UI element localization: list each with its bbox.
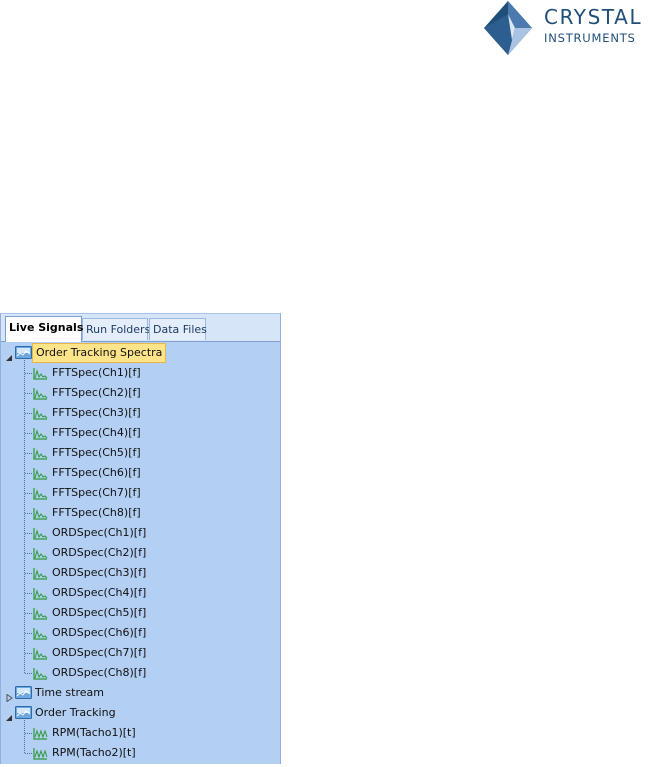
- tree-signal-row[interactable]: ORDSpec(Ch8)[f]: [1, 663, 280, 683]
- expand-arrow-icon[interactable]: [5, 689, 13, 703]
- spectrum-signal-icon: [33, 427, 48, 440]
- spectrum-signal-icon: [33, 407, 48, 420]
- tree-connector-line: [25, 493, 32, 494]
- tree-connector-line: [25, 573, 32, 574]
- tree-connector-line: [25, 553, 32, 554]
- tab-data-files[interactable]: Data Files: [149, 318, 207, 340]
- tree-signal-label[interactable]: ORDSpec(Ch4)[f]: [52, 583, 146, 603]
- tree-signal-row[interactable]: ORDSpec(Ch3)[f]: [1, 563, 280, 583]
- crystal-instruments-logo: CRYSTAL INSTRUMENTS: [482, 0, 657, 56]
- tree-signal-label[interactable]: ORDSpec(Ch3)[f]: [52, 563, 146, 583]
- tree-signal-row[interactable]: FFTSpec(Ch6)[f]: [1, 463, 280, 483]
- spectrum-signal-icon: [33, 667, 48, 680]
- tree-folder-row[interactable]: Time stream: [1, 683, 280, 703]
- tree-signal-label[interactable]: FFTSpec(Ch5)[f]: [52, 443, 141, 463]
- time-signal-icon: [33, 727, 48, 740]
- tree-connector-line: [25, 393, 32, 394]
- signal-folder-icon: [15, 686, 32, 699]
- tree-signal-row[interactable]: ORDSpec(Ch1)[f]: [1, 523, 280, 543]
- tree-signal-row[interactable]: FFTSpec(Ch4)[f]: [1, 423, 280, 443]
- tree-signal-row[interactable]: FFTSpec(Ch2)[f]: [1, 383, 280, 403]
- tab-run-folders[interactable]: Run Folders: [82, 318, 150, 340]
- tree-signal-row[interactable]: FFTSpec(Ch1)[f]: [1, 363, 280, 383]
- spectrum-signal-icon: [33, 547, 48, 560]
- tree-folder-row[interactable]: Order Tracking: [1, 703, 280, 723]
- tree-signal-row[interactable]: ORDSpec(Ch5)[f]: [1, 603, 280, 623]
- crystal-diamond-logo-icon: [484, 1, 532, 55]
- collapse-arrow-icon[interactable]: [5, 709, 13, 721]
- logo-word-instruments: INSTRUMENTS: [544, 31, 636, 45]
- tree-signal-label[interactable]: RPM(Tacho2)[t]: [52, 743, 136, 763]
- collapse-arrow-icon[interactable]: [5, 349, 13, 361]
- tab-bar: Live Signals Run Folders Data Files: [1, 314, 280, 342]
- tree-signal-label[interactable]: ORDSpec(Ch7)[f]: [52, 643, 146, 663]
- tree-signal-label[interactable]: FFTSpec(Ch6)[f]: [52, 463, 141, 483]
- tree-signal-row[interactable]: RPM(Tacho2)[t]: [1, 743, 280, 763]
- tree-connector-line: [25, 593, 32, 594]
- tree-signal-label[interactable]: RPM(Tacho1)[t]: [52, 723, 136, 743]
- tree-signal-label[interactable]: ORDSpec(Ch8)[f]: [52, 663, 146, 683]
- tree-connector-line: [25, 453, 32, 454]
- tree-connector-line: [25, 413, 32, 414]
- tree-connector-line: [25, 673, 32, 674]
- tree-connector-line: [25, 633, 32, 634]
- tree-connector-line: [25, 473, 32, 474]
- tree-connector-line: [25, 753, 32, 754]
- tree-signal-label[interactable]: FFTSpec(Ch8)[f]: [52, 503, 141, 523]
- spectrum-signal-icon: [33, 627, 48, 640]
- tree-connector-line: [25, 733, 32, 734]
- tree-folder-label[interactable]: Order Tracking Spectra: [32, 343, 167, 363]
- tree-signal-row[interactable]: ORDSpec(Ch6)[f]: [1, 623, 280, 643]
- tree-signal-row[interactable]: ORDSpec(Ch4)[f]: [1, 583, 280, 603]
- logo-word-crystal: CRYSTAL: [544, 5, 643, 29]
- tree-signal-row[interactable]: FFTSpec(Ch8)[f]: [1, 503, 280, 523]
- tree-connector-line: [25, 373, 32, 374]
- tree-signal-label[interactable]: FFTSpec(Ch1)[f]: [52, 363, 141, 383]
- spectrum-signal-icon: [33, 467, 48, 480]
- tree-signal-row[interactable]: FFTSpec(Ch7)[f]: [1, 483, 280, 503]
- spectrum-signal-icon: [33, 507, 48, 520]
- tree-signal-row[interactable]: RPM(Tacho1)[t]: [1, 723, 280, 743]
- tree-signal-row[interactable]: FFTSpec(Ch5)[f]: [1, 443, 280, 463]
- tree-signal-label[interactable]: ORDSpec(Ch6)[f]: [52, 623, 146, 643]
- tree-signal-label[interactable]: ORDSpec(Ch5)[f]: [52, 603, 146, 623]
- tree-signal-label[interactable]: FFTSpec(Ch7)[f]: [52, 483, 141, 503]
- spectrum-signal-icon: [33, 527, 48, 540]
- spectrum-signal-icon: [33, 647, 48, 660]
- tree-signal-label[interactable]: ORDSpec(Ch2)[f]: [52, 543, 146, 563]
- spectrum-signal-icon: [33, 387, 48, 400]
- tree-folder-label[interactable]: Order Tracking: [35, 703, 116, 723]
- tree-signal-label[interactable]: ORDSpec(Ch1)[f]: [52, 523, 146, 543]
- signal-folder-icon: [15, 346, 32, 359]
- spectrum-signal-icon: [33, 607, 48, 620]
- tree-signal-label[interactable]: FFTSpec(Ch4)[f]: [52, 423, 141, 443]
- tree-connector-line: [25, 433, 32, 434]
- signal-browser-panel: Live Signals Run Folders Data Files Orde…: [0, 313, 281, 764]
- spectrum-signal-icon: [33, 567, 48, 580]
- tree-signal-row[interactable]: ORDSpec(Ch7)[f]: [1, 643, 280, 663]
- spectrum-signal-icon: [33, 587, 48, 600]
- tree-connector-line: [25, 653, 32, 654]
- signal-tree: Order Tracking Spectra FFTSpec(Ch1)[f] FFT…: [1, 342, 280, 764]
- tree-folder-row[interactable]: Order Tracking Spectra: [1, 343, 280, 363]
- tree-folder-label[interactable]: Time stream: [35, 683, 104, 703]
- signal-folder-icon: [15, 706, 32, 719]
- spectrum-signal-icon: [33, 487, 48, 500]
- tree-connector-line: [25, 613, 32, 614]
- tree-connector-line: [25, 513, 32, 514]
- tree-signal-row[interactable]: FFTSpec(Ch3)[f]: [1, 403, 280, 423]
- tab-live-signals[interactable]: Live Signals: [5, 316, 83, 342]
- time-signal-icon: [33, 747, 48, 760]
- tree-signal-label[interactable]: FFTSpec(Ch3)[f]: [52, 403, 141, 423]
- tree-signal-label[interactable]: FFTSpec(Ch2)[f]: [52, 383, 141, 403]
- tree-connector-line: [25, 533, 32, 534]
- tree-signal-row[interactable]: ORDSpec(Ch2)[f]: [1, 543, 280, 563]
- spectrum-signal-icon: [33, 447, 48, 460]
- spectrum-signal-icon: [33, 367, 48, 380]
